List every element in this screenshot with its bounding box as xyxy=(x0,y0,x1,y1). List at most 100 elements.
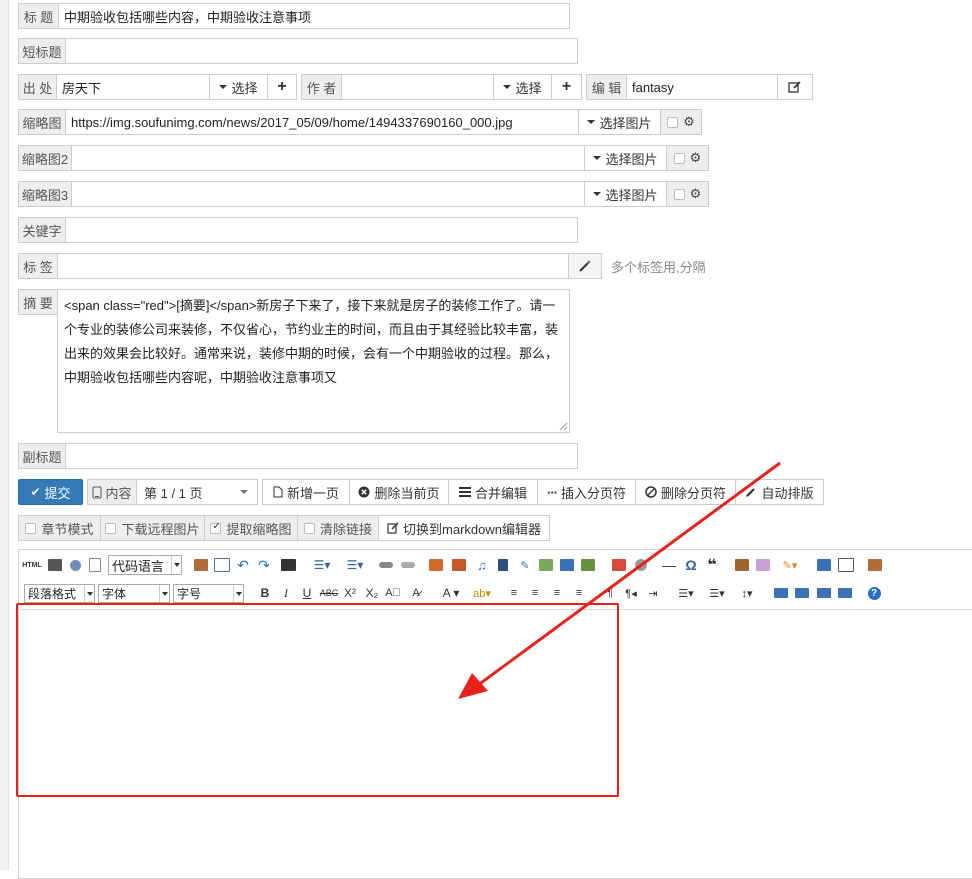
table-icon[interactable] xyxy=(816,557,832,573)
submit-button[interactable]: ✔ 提交 xyxy=(18,479,83,505)
thumb1-select-label: 选择图片 xyxy=(599,115,652,131)
source-label: 出 处 xyxy=(18,74,57,100)
edit-icon xyxy=(788,81,801,93)
image-center-icon[interactable] xyxy=(837,585,853,601)
thumb1-select-image-button[interactable]: 选择图片 xyxy=(578,109,661,135)
tags-input[interactable] xyxy=(57,253,569,279)
select-all-icon[interactable] xyxy=(214,557,230,573)
plus-icon: + xyxy=(277,78,287,95)
html-source-icon[interactable]: HTML xyxy=(22,558,42,572)
paste-text-icon[interactable] xyxy=(193,557,209,573)
gear-icon[interactable]: ⚙ xyxy=(683,114,695,130)
thumb1-input[interactable]: https://img.soufunimg.com/news/2017_05/0… xyxy=(65,109,579,135)
clear-links-label: 清除链接 xyxy=(319,521,372,537)
thumb3-options[interactable]: ⚙ xyxy=(666,181,709,207)
italic-icon[interactable]: I xyxy=(278,585,294,601)
remove-format-icon[interactable]: A̷ xyxy=(408,585,424,601)
editor-edit-button[interactable] xyxy=(777,74,813,100)
unlink-icon[interactable] xyxy=(400,557,416,573)
underline-icon[interactable]: U xyxy=(299,585,315,601)
file-icon xyxy=(273,486,283,498)
author-label: 作 者 xyxy=(301,74,342,100)
gear-icon[interactable]: ⚙ xyxy=(690,150,702,166)
chapter-mode-checkbox[interactable] xyxy=(25,522,37,534)
author-add-button[interactable]: + xyxy=(551,74,582,100)
help-icon[interactable]: ? xyxy=(866,585,882,601)
keywords-input[interactable] xyxy=(65,217,578,243)
thumb2-checkbox[interactable] xyxy=(673,152,685,164)
font-size-select[interactable]: 字号 xyxy=(173,584,244,603)
gear-icon[interactable]: ⚙ xyxy=(690,186,702,202)
keywords-label: 关键字 xyxy=(18,217,66,243)
resize-handle-icon[interactable] xyxy=(558,421,568,431)
thumb3-select-image-button[interactable]: 选择图片 xyxy=(584,181,667,207)
paragraph-format-select[interactable]: 段落格式 xyxy=(24,584,95,603)
thumb1-label: 缩略图 xyxy=(18,109,66,135)
check-icon: ✔ xyxy=(30,485,41,499)
find-replace-icon[interactable] xyxy=(279,557,297,573)
image-icon[interactable] xyxy=(428,557,444,573)
thumb3-select-label: 选择图片 xyxy=(605,187,658,203)
author-select-button[interactable]: 选择 xyxy=(493,74,552,100)
summary-label: 摘 要 xyxy=(18,289,58,315)
content-label-text: 内容 xyxy=(105,485,132,501)
superscript-icon[interactable]: X² xyxy=(342,585,358,601)
thumb2-select-image-button[interactable]: 选择图片 xyxy=(584,145,667,171)
chapter-mode-toggle[interactable]: 章节模式 xyxy=(18,515,101,541)
paragraph-format-value: 段落格式 xyxy=(28,587,77,601)
subscript-icon[interactable]: X₂ xyxy=(364,585,380,601)
thumb2-select-label: 选择图片 xyxy=(605,151,658,167)
strikethrough-icon[interactable]: ABC xyxy=(320,585,339,601)
source-input[interactable]: 房天下 xyxy=(56,74,210,100)
thumb1-checkbox[interactable] xyxy=(667,116,679,128)
tags-magic-button[interactable] xyxy=(568,253,602,279)
ordered-list-icon[interactable]: ☰▾ xyxy=(307,557,337,573)
summary-textarea[interactable]: <span class="red">[摘要]</span>新房子下来了，接下来就… xyxy=(57,289,570,433)
chevron-down-icon xyxy=(233,585,243,602)
short-title-input[interactable] xyxy=(65,38,578,64)
preview-icon[interactable] xyxy=(67,557,83,573)
content-label: 内容 xyxy=(87,479,137,505)
page-select[interactable]: 第 1 / 1 页 xyxy=(136,479,258,505)
thumb3-input[interactable] xyxy=(71,181,585,207)
paste-icon[interactable] xyxy=(867,557,883,573)
link-icon[interactable] xyxy=(378,557,394,573)
unordered-list-icon[interactable]: ☰▾ xyxy=(340,557,370,573)
chevron-down-icon xyxy=(171,556,181,574)
download-remote-checkbox[interactable] xyxy=(105,522,117,534)
font-family-value: 字体 xyxy=(102,587,127,601)
page-break-icon[interactable] xyxy=(838,557,854,573)
code-language-select[interactable]: 代码语言 xyxy=(108,555,182,575)
source-select-label: 选择 xyxy=(231,80,258,96)
delete-page-button[interactable]: 删除当前页 xyxy=(349,479,449,505)
image-right-icon[interactable] xyxy=(816,585,832,601)
title-input[interactable]: 中期验收包括哪些内容，中期验收注意事项 xyxy=(58,3,570,29)
extract-thumb-toggle[interactable]: ✓ 提取缩略图 xyxy=(204,515,298,541)
image-left-icon[interactable] xyxy=(794,585,810,601)
print-icon[interactable] xyxy=(47,557,63,573)
new-doc-icon[interactable] xyxy=(87,557,103,573)
delete-page-label: 删除当前页 xyxy=(374,485,440,501)
extract-thumb-checkbox[interactable]: ✓ xyxy=(210,521,222,534)
thumb1-options[interactable]: ⚙ xyxy=(660,109,702,135)
redo-icon[interactable]: ↷ xyxy=(256,557,272,573)
edit-icon xyxy=(387,522,399,534)
source-select-button[interactable]: 选择 xyxy=(209,74,268,100)
clear-links-toggle[interactable]: 清除链接 xyxy=(297,515,379,541)
thumb3-checkbox[interactable] xyxy=(673,188,685,200)
editor-input[interactable]: fantasy xyxy=(626,74,778,100)
thumb2-input[interactable] xyxy=(71,145,585,171)
undo-icon[interactable]: ↶ xyxy=(235,557,251,573)
new-page-button[interactable]: 新增一页 xyxy=(262,479,350,505)
clear-format-icon[interactable]: A⃠ xyxy=(385,585,401,601)
editor-label: 编 辑 xyxy=(586,74,627,100)
clear-links-checkbox[interactable] xyxy=(303,522,315,534)
bold-icon[interactable]: B xyxy=(257,585,273,601)
font-family-select[interactable]: 字体 xyxy=(98,584,170,603)
magic-wand-icon xyxy=(579,260,591,272)
thumb2-options[interactable]: ⚙ xyxy=(666,145,709,171)
author-input[interactable] xyxy=(341,74,494,100)
extract-thumb-label: 提取缩略图 xyxy=(226,521,292,537)
download-remote-toggle[interactable]: 下载远程图片 xyxy=(100,515,205,541)
source-add-button[interactable]: + xyxy=(267,74,297,100)
